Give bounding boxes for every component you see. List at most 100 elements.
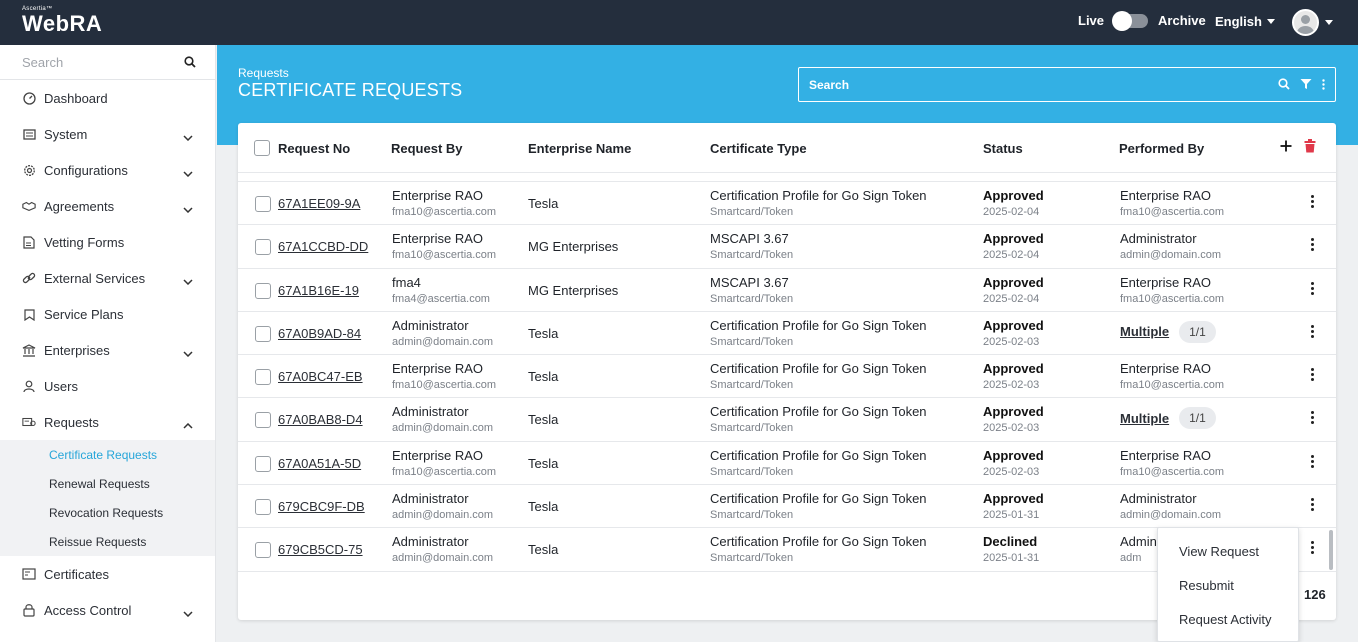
sidebar-item-enterprises[interactable]: Enterprises [0,332,215,368]
plan-icon [22,307,36,321]
performed-by-cell: Enterprise RAO fma10@ascertia.com [1120,188,1224,220]
column-header[interactable]: Request No [278,141,350,156]
sidebar-subitem-certificate-requests[interactable]: Certificate Requests [0,440,215,469]
sidebar-item-dashboard[interactable]: Dashboard [0,80,215,116]
row-checkbox[interactable] [255,282,271,299]
status-cell: Declined 2025-01-31 [983,534,1039,566]
row-checkbox[interactable] [255,412,271,429]
more-vertical-icon[interactable] [1311,541,1315,556]
search-icon[interactable] [1278,78,1290,93]
request-no-link[interactable]: 679CB5CD-75 [278,542,363,557]
lock-icon [22,603,36,617]
sidebar-item-agreements[interactable]: Agreements [0,188,215,224]
row-checkbox[interactable] [255,369,271,386]
menu-item-resubmit[interactable]: Resubmit [1158,568,1298,602]
logo[interactable]: Ascertia™ WebRA [22,6,102,36]
breadcrumb[interactable]: Requests [238,66,289,80]
enterprise-cell: MG Enterprises [528,283,618,299]
sidebar-subitem-revocation-requests[interactable]: Revocation Requests [0,498,215,527]
enterprise-name: MG Enterprises [528,282,619,298]
add-icon[interactable] [1280,140,1292,155]
sidebar-subitem-reissue-requests[interactable]: Reissue Requests [0,527,215,556]
sidebar-search [0,45,215,80]
sidebar-item-external-services[interactable]: External Services [0,260,215,296]
request-no-link[interactable]: 67A1CCBD-DD [278,239,368,254]
avatar[interactable] [1292,9,1319,36]
sidebar-item-users[interactable]: Users [0,368,215,404]
search-icon[interactable] [184,56,196,71]
column-header[interactable]: Performed By [1119,141,1204,156]
more-vertical-icon[interactable] [1311,238,1315,253]
status-label: Approved [983,404,1044,420]
request-by-name: Enterprise RAO [392,188,484,203]
menu-item-request-activity[interactable]: Request Activity [1158,602,1298,636]
more-vertical-icon[interactable] [1311,368,1315,383]
row-checkbox[interactable] [255,542,271,559]
page-title: CERTIFICATE REQUESTS [238,80,463,100]
performed-by-cell: Administrator admin@domain.com [1120,491,1221,523]
sidebar-item-vetting-forms[interactable]: Vetting Forms [0,224,215,260]
sidebar-item-access-control[interactable]: Access Control [0,592,215,628]
row-checkbox[interactable] [255,455,271,472]
certificate-type-sub: Smartcard/Token [710,509,794,522]
multiple-link[interactable]: Multiple [1120,411,1169,426]
request-no-link[interactable]: 67A0A51A-5D [278,456,361,471]
certificate-type-name: Certification Profile for Go Sign Token [710,361,927,377]
sidebar-item-certificates[interactable]: Certificates [0,556,215,592]
toggle-switch[interactable] [1112,10,1149,31]
more-vertical-icon[interactable] [1311,324,1315,340]
user-menu[interactable] [1292,9,1333,36]
more-vertical-icon[interactable] [1322,78,1325,93]
table-row[interactable]: 67A0BC47-EB Enterprise RAO fma10@ascerti… [238,355,1336,399]
language-selector[interactable]: English [1215,14,1275,29]
select-all-checkbox[interactable] [254,140,270,156]
row-checkbox[interactable] [255,196,271,212]
table-row[interactable]: 67A1CCBD-DD Enterprise RAO fma10@ascerti… [238,225,1336,269]
more-vertical-icon[interactable] [1311,281,1315,297]
table-row[interactable]: 67A0BAB8-D4 Administrator admin@domain.c… [238,398,1336,442]
search-input[interactable] [799,68,1239,101]
table-row[interactable]: 679CBC9F-DB Administrator admin@domain.c… [238,485,1336,529]
delete-icon[interactable] [1304,139,1316,156]
table-row[interactable]: 67A0A51A-5D Enterprise RAO fma10@ascerti… [238,442,1336,486]
sidebar-item-label: Certificates [44,566,110,582]
request-no-link[interactable]: 67A1B16E-19 [278,283,359,298]
sidebar-search-input[interactable] [0,45,170,79]
scrollbar[interactable] [1329,530,1333,570]
filter-icon[interactable] [1300,78,1312,93]
row-checkbox[interactable] [255,325,271,342]
sidebar-item-system[interactable]: System [0,116,215,152]
row-checkbox[interactable] [255,499,271,516]
column-header[interactable]: Request By [391,141,463,156]
chevron-down-icon [183,129,193,144]
table-row[interactable]: 67A0B9AD-84 Administrator admin@domain.c… [238,312,1336,356]
column-header[interactable]: Status [983,141,1023,156]
sidebar-subitem-renewal-requests[interactable]: Renewal Requests [0,469,215,498]
sidebar-item-requests[interactable]: Requests [0,404,215,440]
column-header[interactable]: Certificate Type [710,141,807,156]
row-checkbox[interactable] [255,239,271,256]
performed-by-name: Enterprise RAO [1120,447,1212,463]
multiple-link[interactable]: Multiple [1120,324,1169,339]
request-no-link[interactable]: 679CBC9F-DB [278,499,365,514]
more-vertical-icon[interactable] [1311,454,1315,470]
certificate-type-sub: Smartcard/Token [710,379,794,392]
live-archive-toggle[interactable]: Live Archive [1078,10,1206,31]
table-row[interactable]: 67A1B16E-19 fma4 fma4@ascertia.com MG En… [238,269,1336,312]
request-by-email: fma10@ascertia.com [392,379,497,392]
sidebar-item-label: Enterprises [44,342,110,358]
column-header[interactable]: Enterprise Name [528,141,631,156]
request-no-link[interactable]: 67A0BC47-EB [278,369,363,384]
more-vertical-icon[interactable] [1311,195,1315,210]
more-vertical-icon[interactable] [1311,498,1315,513]
request-no-link[interactable]: 67A0BAB8-D4 [278,412,363,427]
menu-item-view-request[interactable]: View Request [1158,534,1298,568]
request-no-link[interactable]: 67A0B9AD-84 [278,326,361,341]
sidebar-item-configurations[interactable]: Configurations [0,152,215,188]
table-row[interactable]: 67A1EE09-9A Enterprise RAO fma10@ascerti… [238,182,1336,226]
enterprise-name: Tesla [528,499,559,515]
request-by-cell: Administrator admin@domain.com [392,491,493,523]
sidebar-item-service-plans[interactable]: Service Plans [0,296,215,332]
more-vertical-icon[interactable] [1311,411,1315,426]
request-no-link[interactable]: 67A1EE09-9A [278,196,360,211]
